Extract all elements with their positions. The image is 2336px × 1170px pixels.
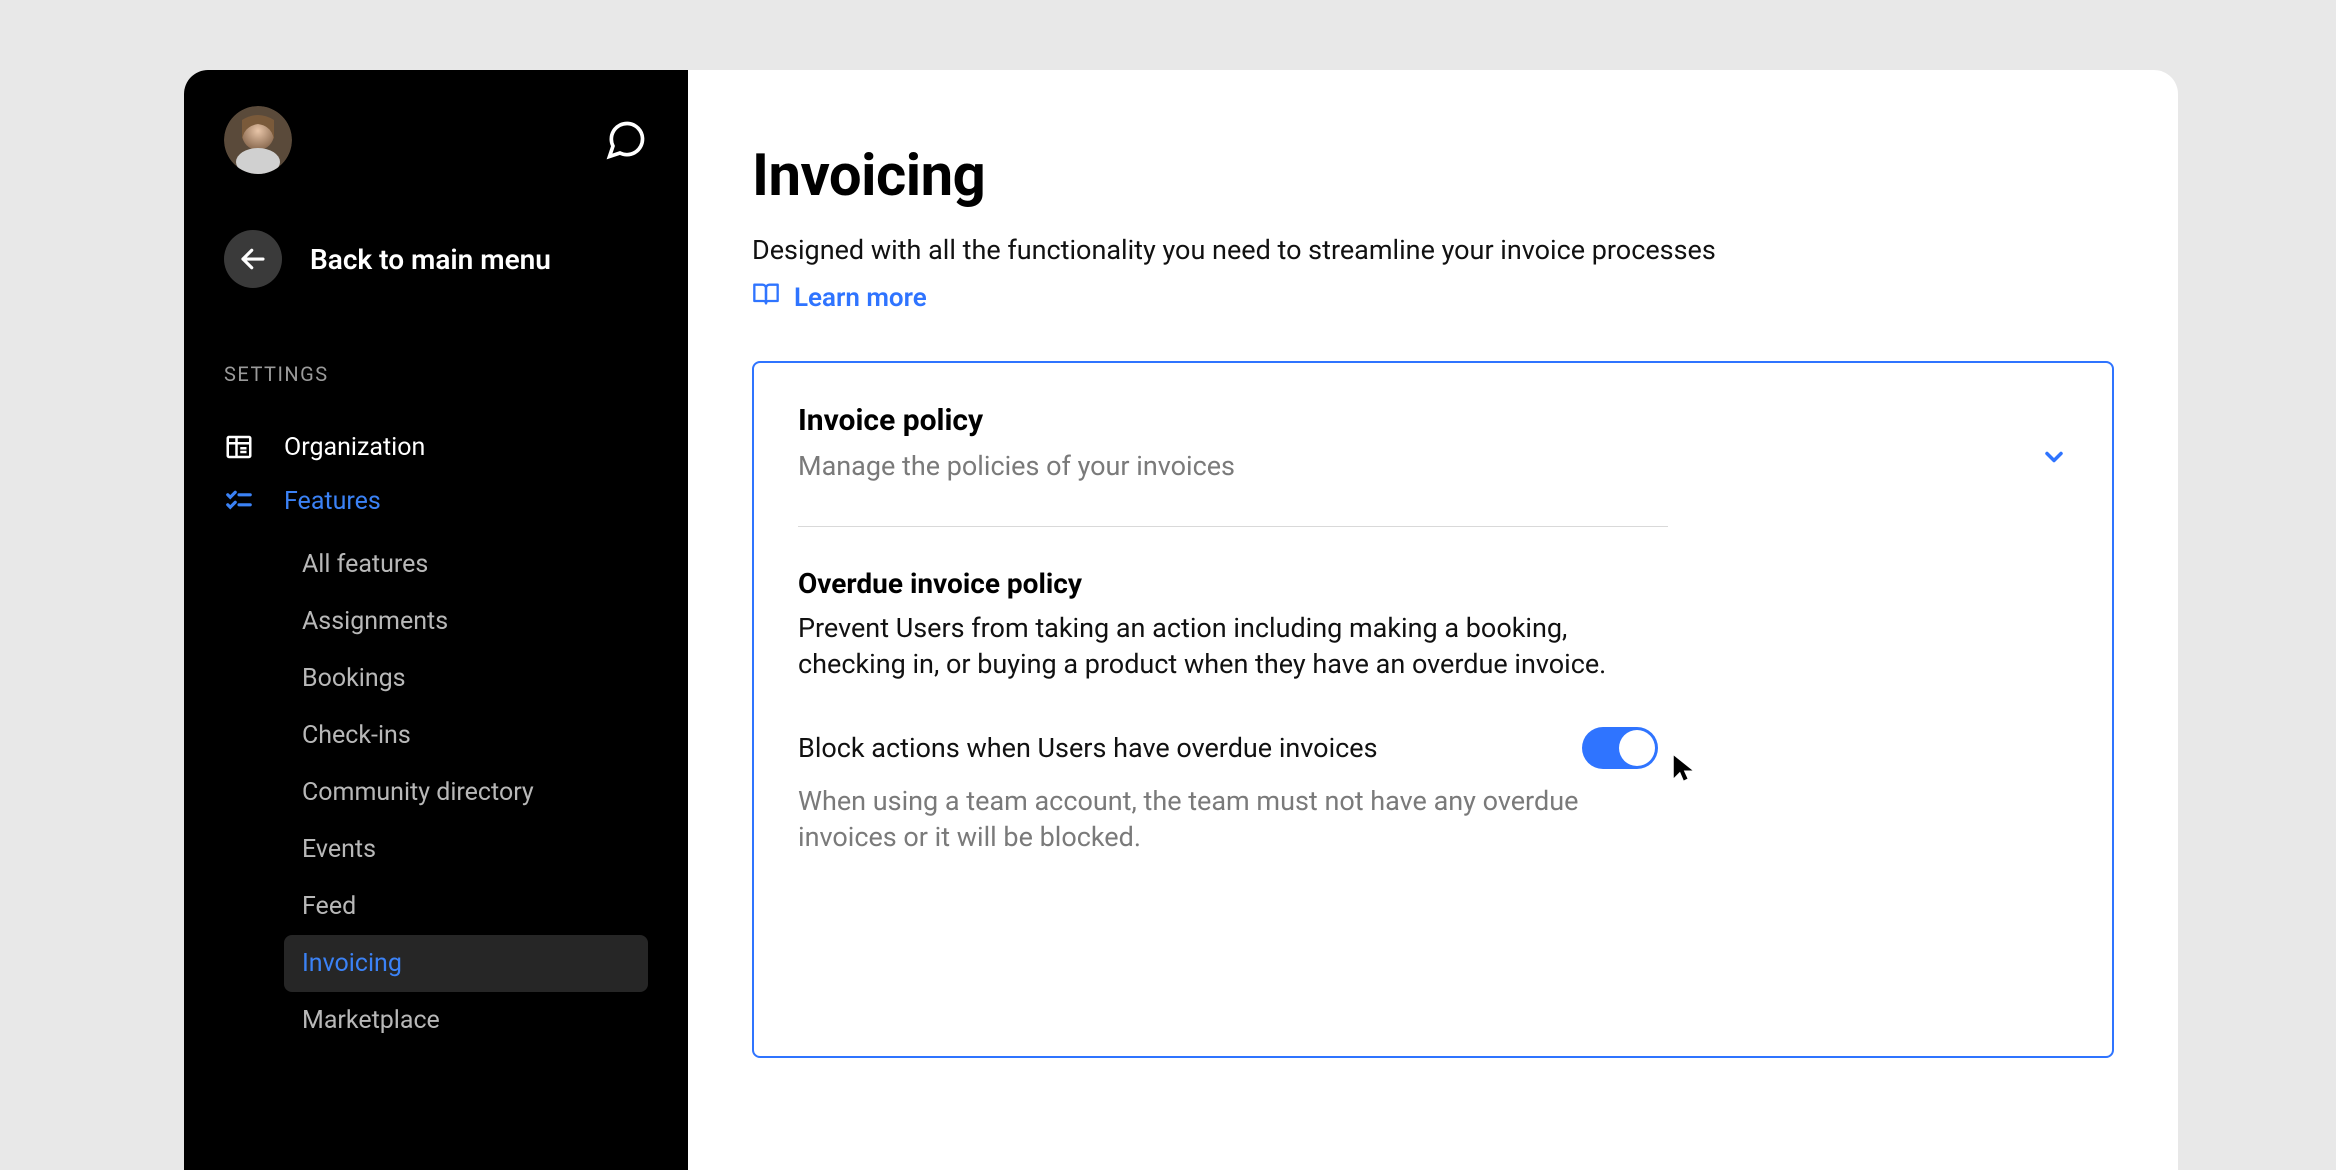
book-icon: [752, 280, 780, 315]
chevron-down-icon[interactable]: [2040, 443, 2068, 471]
sidebar-item-label: Organization: [284, 433, 425, 462]
organization-icon: [224, 432, 254, 462]
cursor-icon: [1670, 753, 1700, 783]
toggle-helper-text: When using a team account, the team must…: [798, 783, 1658, 856]
sidebar-sub-feed[interactable]: Feed: [284, 878, 648, 935]
chat-icon[interactable]: [604, 118, 648, 162]
sidebar-sub-invoicing[interactable]: Invoicing: [284, 935, 648, 992]
sidebar-sub-bookings[interactable]: Bookings: [284, 650, 648, 707]
card-subtitle: Manage the policies of your invoices: [798, 450, 1235, 482]
main-content: Invoicing Designed with all the function…: [688, 70, 2178, 1170]
sidebar-section-label: SETTINGS: [224, 362, 648, 386]
block-actions-toggle[interactable]: [1582, 727, 1658, 769]
toggle-knob: [1619, 730, 1655, 766]
divider: [798, 526, 1668, 527]
card-title: Invoice policy: [798, 403, 1235, 438]
learn-more-link[interactable]: Learn more: [752, 280, 2114, 315]
card-header-text: Invoice policy Manage the policies of yo…: [798, 403, 1235, 482]
learn-more-label: Learn more: [794, 283, 927, 313]
back-label: Back to main menu: [310, 243, 551, 276]
app-window: Back to main menu SETTINGS Organization: [184, 70, 2178, 1170]
policy-description: Prevent Users from taking an action incl…: [798, 610, 1658, 683]
page-subtitle: Designed with all the functionality you …: [752, 234, 2114, 266]
sidebar-sub-assignments[interactable]: Assignments: [284, 593, 648, 650]
page-title: Invoicing: [752, 142, 2114, 210]
invoice-policy-card: Invoice policy Manage the policies of yo…: [752, 361, 2114, 1058]
avatar[interactable]: [224, 106, 292, 174]
overdue-policy-block: Overdue invoice policy Prevent Users fro…: [798, 567, 1658, 856]
card-header[interactable]: Invoice policy Manage the policies of yo…: [798, 403, 2068, 482]
sidebar-sub-all-features[interactable]: All features: [284, 536, 648, 593]
sidebar-item-organization[interactable]: Organization: [224, 420, 648, 474]
sidebar-sub-events[interactable]: Events: [284, 821, 648, 878]
sidebar-item-label: Features: [284, 487, 381, 516]
sidebar-sub-checkins[interactable]: Check-ins: [284, 707, 648, 764]
toggle-label: Block actions when Users have overdue in…: [798, 732, 1378, 764]
sidebar-sub-community-directory[interactable]: Community directory: [284, 764, 648, 821]
features-icon: [224, 486, 254, 516]
arrow-left-icon: [224, 230, 282, 288]
sidebar-subnav: All features Assignments Bookings Check-…: [224, 536, 648, 1049]
toggle-row: Block actions when Users have overdue in…: [798, 727, 1658, 769]
sidebar-topbar: [224, 106, 648, 174]
sidebar-sub-marketplace[interactable]: Marketplace: [284, 992, 648, 1049]
sidebar: Back to main menu SETTINGS Organization: [184, 70, 688, 1170]
back-button[interactable]: Back to main menu: [224, 230, 648, 288]
policy-title: Overdue invoice policy: [798, 567, 1658, 600]
sidebar-item-features[interactable]: Features: [224, 474, 648, 528]
